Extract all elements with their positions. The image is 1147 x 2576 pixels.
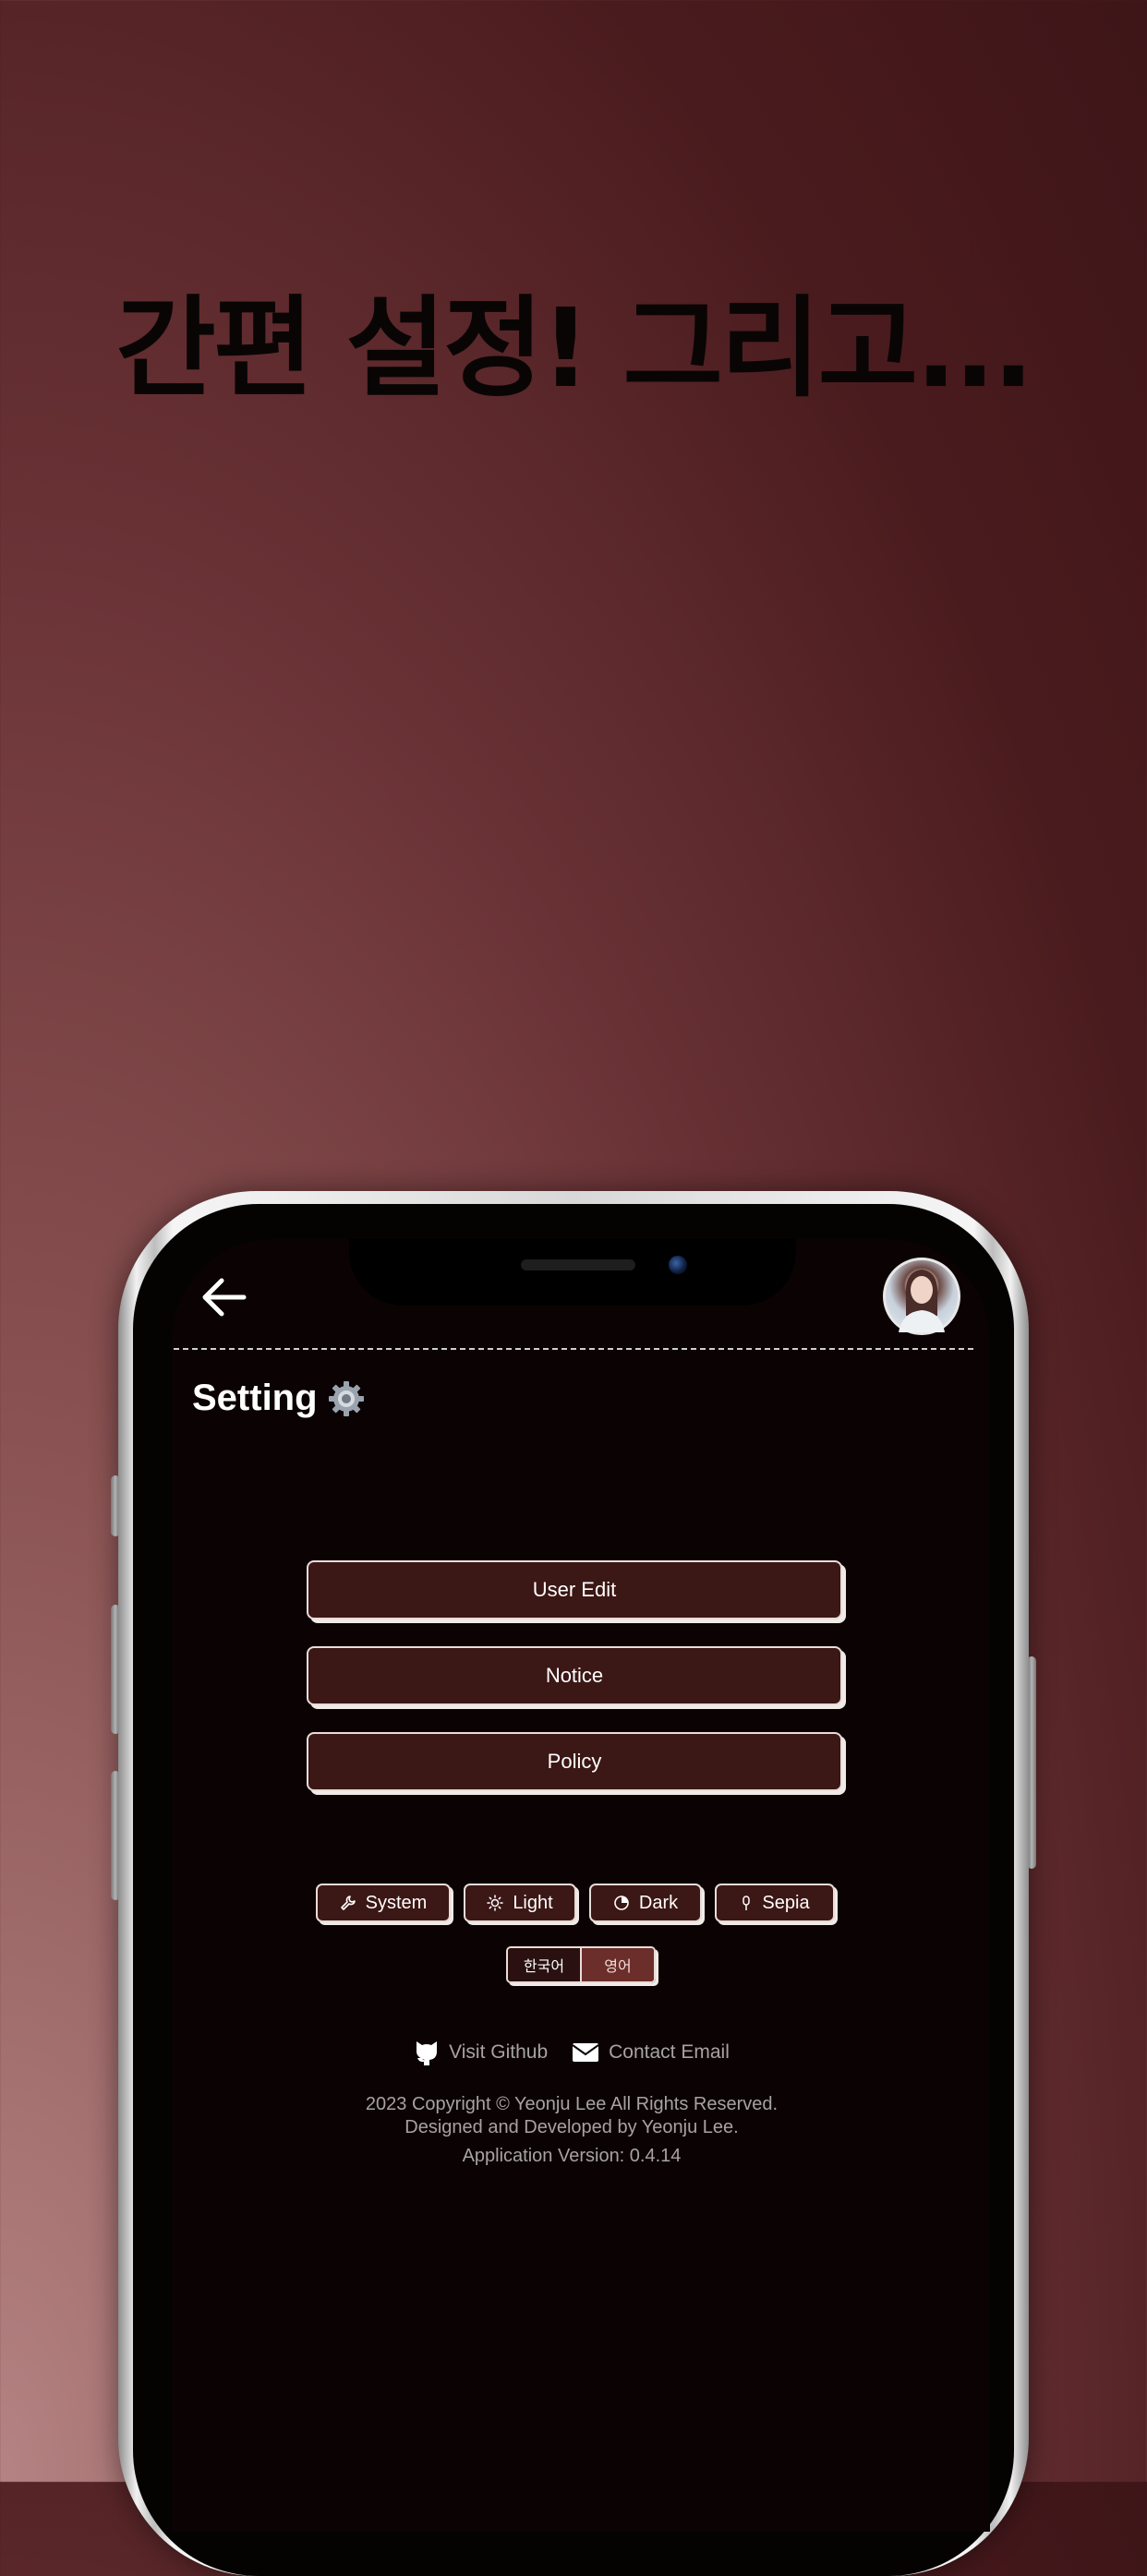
headline: 간편 설정! 그리고... bbox=[115, 284, 1033, 412]
gear-icon bbox=[328, 1380, 364, 1416]
github-icon bbox=[417, 2041, 438, 2065]
theme-selector: System Light Dark Sepia bbox=[316, 1884, 835, 1922]
front-camera bbox=[669, 1256, 687, 1274]
theme-dark-label: Dark bbox=[638, 1892, 679, 1913]
theme-system-label: System bbox=[365, 1892, 428, 1913]
github-link-label: Visit Github bbox=[449, 2041, 549, 2063]
avatar-portrait bbox=[899, 1270, 945, 1332]
theme-system-button[interactable]: System bbox=[316, 1884, 451, 1922]
page-title: Setting bbox=[192, 1378, 366, 1419]
credits-text: Designed and Developed by Yeonju Lee. bbox=[404, 2117, 739, 2137]
profile-avatar[interactable] bbox=[883, 1258, 960, 1335]
notice-button[interactable]: Notice bbox=[307, 1646, 842, 1705]
sun-icon bbox=[487, 1895, 504, 1911]
speaker-grille bbox=[521, 1259, 635, 1270]
theme-dark-button[interactable]: Dark bbox=[589, 1884, 702, 1922]
language-english-button[interactable]: 영어 bbox=[580, 1948, 654, 1981]
back-button[interactable] bbox=[199, 1272, 249, 1322]
copyright-text: 2023 Copyright © Yeonju Lee All Rights R… bbox=[365, 2094, 779, 2114]
contact-links: Visit Github Contact Email bbox=[172, 2039, 972, 2066]
mail-icon bbox=[572, 2043, 599, 2062]
email-link-label: Contact Email bbox=[609, 2041, 730, 2063]
theme-light-label: Light bbox=[513, 1892, 553, 1913]
email-link[interactable]: Contact Email bbox=[572, 2039, 730, 2066]
language-korean-button[interactable]: 한국어 bbox=[508, 1948, 580, 1981]
arrow-left-icon bbox=[202, 1278, 247, 1317]
theme-sepia-button[interactable]: Sepia bbox=[715, 1884, 835, 1922]
theme-light-button[interactable]: Light bbox=[464, 1884, 576, 1922]
wrench-icon bbox=[340, 1896, 356, 1910]
header-divider bbox=[174, 1348, 973, 1350]
page-title-text: Setting bbox=[192, 1378, 318, 1418]
language-selector: 한국어 영어 bbox=[506, 1946, 656, 1983]
policy-button[interactable]: Policy bbox=[307, 1732, 842, 1791]
pin-icon bbox=[743, 1896, 751, 1910]
user-edit-button[interactable]: User Edit bbox=[307, 1560, 842, 1619]
version-text: Application Version: 0.4.14 bbox=[462, 2146, 682, 2166]
phone-notch bbox=[349, 1239, 796, 1306]
moon-icon bbox=[614, 1896, 629, 1910]
github-link[interactable]: Visit Github bbox=[414, 2039, 548, 2066]
theme-sepia-label: Sepia bbox=[762, 1892, 810, 1913]
app-screen: Setting User Edit Notice Policy System L… bbox=[172, 1239, 990, 2532]
